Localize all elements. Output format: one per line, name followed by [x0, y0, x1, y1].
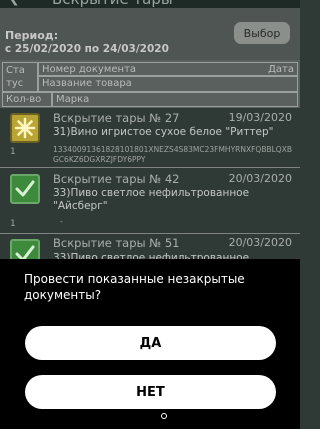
document-title: Вскрытие тары № 51: [53, 236, 180, 250]
document-date: 19/03/2020: [228, 111, 292, 124]
confirm-dialog: Провести показанные незакрытые документы…: [0, 259, 300, 429]
period-value: с 25/02/2020 по 24/03/2020: [5, 43, 169, 55]
choose-period-button[interactable]: Выбор: [234, 22, 290, 44]
check-icon: [10, 174, 40, 204]
star-icon: [10, 113, 40, 143]
document-title: Вскрытие тары № 27: [53, 111, 180, 125]
header-doc-number: Номер документа: [38, 62, 298, 76]
list-header: Ста тус Номер документа Дата Название то…: [0, 60, 300, 108]
no-button[interactable]: НЕТ: [25, 375, 276, 409]
header-product: Название товара: [38, 76, 298, 92]
document-date: 20/03/2020: [228, 236, 292, 249]
period-panel: Период: с 25/02/2020 по 24/03/2020 Выбор: [0, 8, 300, 60]
header-status: Ста тус: [2, 62, 38, 92]
document-date: 20/03/2020: [228, 172, 292, 185]
app-title: Вскрытие тары: [52, 0, 173, 8]
list-item[interactable]: Вскрытие тары № 27 19/03/2020 31)Вино иг…: [0, 108, 300, 168]
yes-button[interactable]: ДА: [25, 326, 276, 360]
header-mark: Марка: [52, 92, 298, 107]
dialog-message: Провести показанные незакрытые документы…: [24, 272, 245, 302]
excise-mark: 13340091361828101801XNEZS4S83MC23FMHYRNX…: [53, 145, 292, 164]
document-title: Вскрытие тары № 42: [53, 172, 180, 186]
header-date: Дата: [265, 62, 298, 76]
quantity: 1: [10, 147, 16, 157]
quantity: 1: [10, 219, 16, 229]
home-indicator-icon[interactable]: [161, 413, 167, 419]
back-arrow-icon[interactable]: ❮: [8, 0, 20, 6]
header-qty: Кол-во: [2, 92, 52, 107]
app-bar: ❮ Вскрытие тары: [0, 0, 300, 8]
product-name: 33)Пиво светлое нефильтрованное "Айсберг…: [53, 187, 250, 212]
excise-mark: -: [60, 217, 63, 226]
list-item[interactable]: Вскрытие тары № 42 20/03/2020 33)Пиво св…: [0, 169, 300, 234]
period-label: Период:: [5, 29, 59, 42]
product-name: 31)Вино игристое сухое белое "Риттер": [53, 126, 274, 138]
